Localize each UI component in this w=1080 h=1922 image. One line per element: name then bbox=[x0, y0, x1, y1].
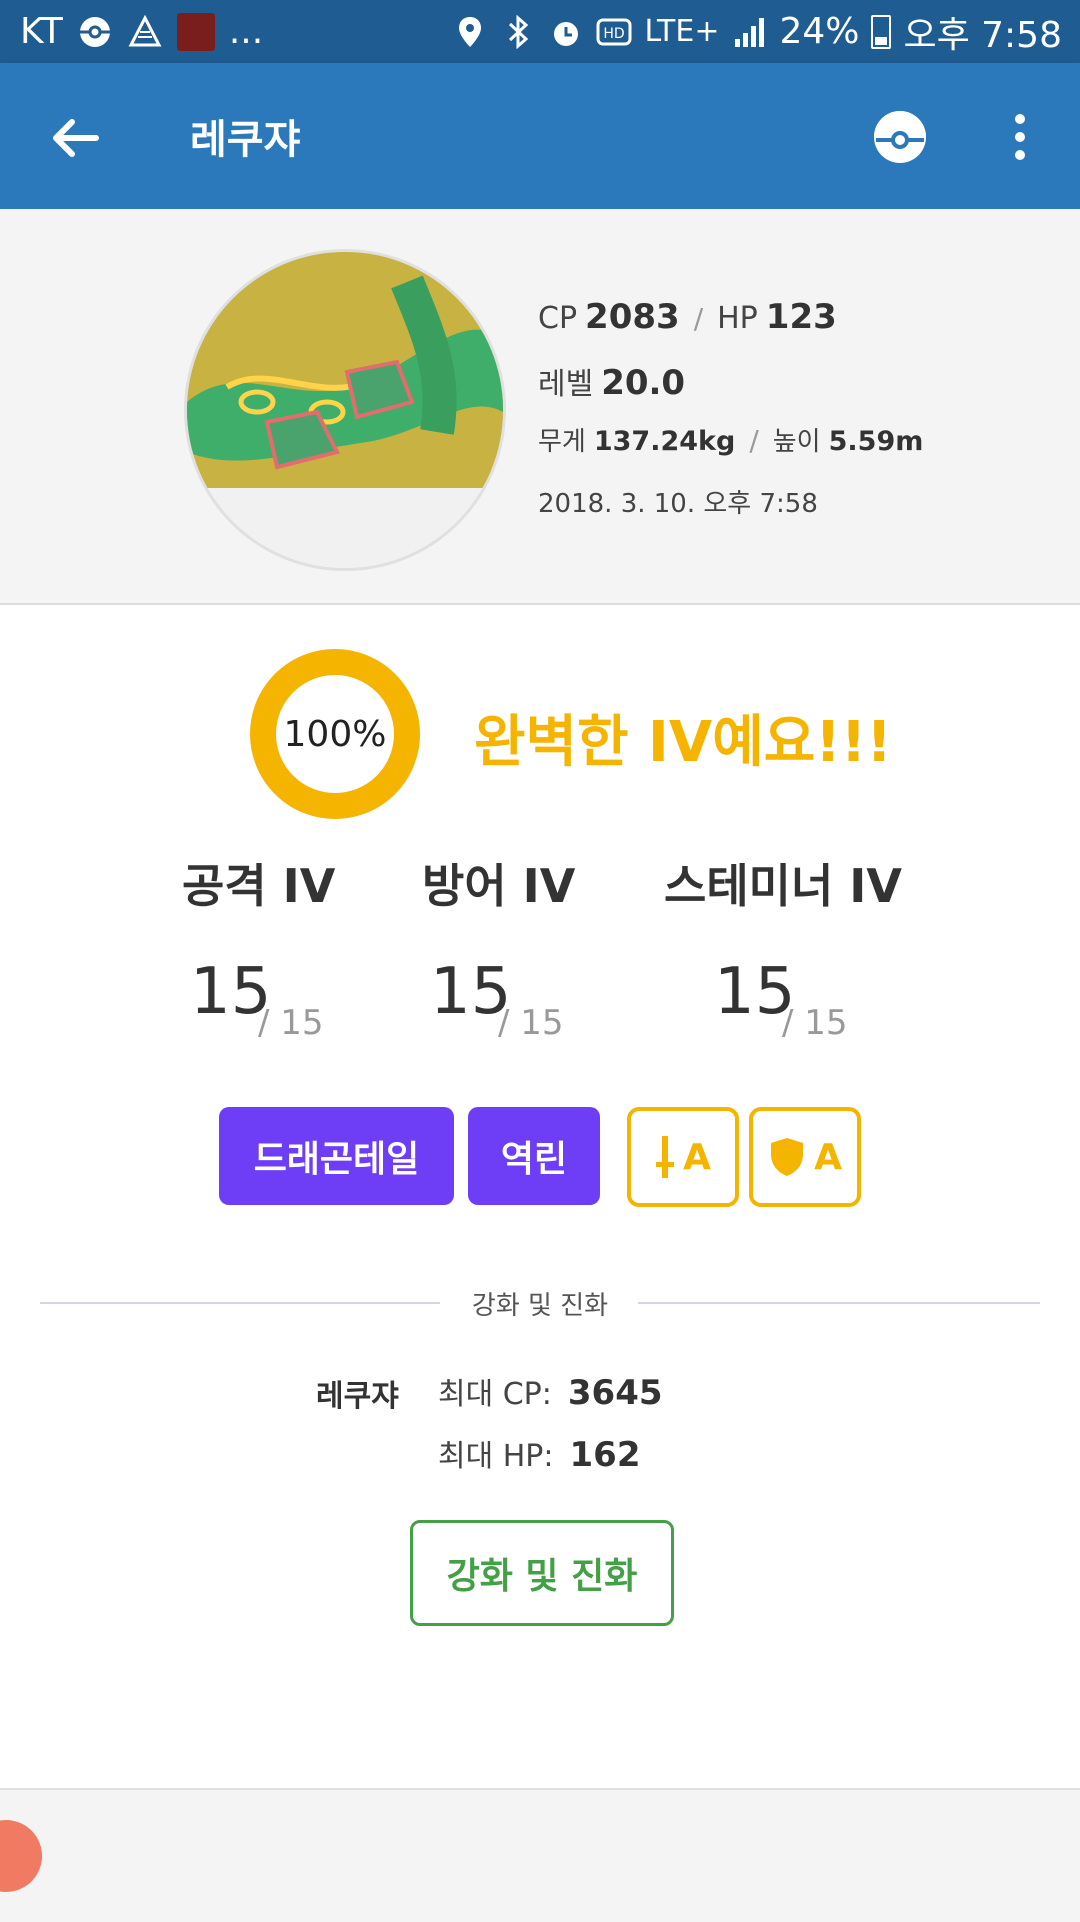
back-button[interactable] bbox=[40, 103, 110, 173]
max-hp-row: 최대 HP: 162 bbox=[438, 1431, 640, 1475]
game-notification-icon bbox=[176, 12, 215, 51]
defense-iv-max: / 15 bbox=[498, 1003, 564, 1043]
max-hp-label: 최대 HP: bbox=[438, 1439, 554, 1474]
height-label: 높이 bbox=[772, 427, 821, 457]
divider-right bbox=[638, 1302, 1040, 1304]
hd-voice-icon: HD bbox=[596, 14, 632, 50]
app-notification-icon bbox=[127, 14, 163, 50]
network-type-label: LTE+ bbox=[644, 14, 720, 49]
max-cp-row: 최대 CP: 3645 bbox=[438, 1369, 663, 1413]
bluetooth-icon bbox=[500, 14, 536, 50]
pokemon-info: CP 2083 / HP 123 레벨 20.0 무게 137.24kg / 높… bbox=[538, 297, 923, 535]
status-right: HD LTE+ 24% 오후 7:58 bbox=[452, 0, 1062, 63]
attack-iv-label: 공격 IV bbox=[182, 859, 336, 913]
svg-text:HD: HD bbox=[604, 26, 625, 42]
pokemon-portrait bbox=[184, 249, 506, 571]
stamina-iv-label: 스테미너 IV bbox=[664, 859, 903, 913]
defense-iv-column: 방어 IV bbox=[422, 850, 575, 916]
bottom-area bbox=[0, 1788, 1080, 1922]
max-cp-label: 최대 CP: bbox=[438, 1377, 552, 1412]
app-bar: 레쿠쟈 bbox=[0, 63, 1080, 209]
attack-grade-badge[interactable]: A bbox=[627, 1107, 739, 1207]
power-up-evolve-button[interactable]: 강화 및 진화 bbox=[410, 1520, 674, 1626]
signal-icon bbox=[731, 14, 767, 50]
status-left: KT ... bbox=[20, 0, 263, 63]
pokeball-icon bbox=[874, 111, 926, 163]
level-value: 20.0 bbox=[601, 363, 686, 403]
pokemon-header: CP 2083 / HP 123 레벨 20.0 무게 137.24kg / 높… bbox=[0, 209, 1080, 605]
more-options-button[interactable] bbox=[1000, 107, 1040, 167]
defense-iv-label: 방어 IV bbox=[422, 859, 576, 913]
attack-iv-column: 공격 IV bbox=[182, 850, 335, 916]
hp-label: HP bbox=[717, 301, 758, 336]
separator: / bbox=[693, 302, 704, 335]
cp-value: 2083 bbox=[585, 297, 680, 337]
attack-iv-max: / 15 bbox=[258, 1003, 324, 1043]
max-cp-value: 3645 bbox=[567, 1373, 663, 1413]
stamina-iv-max: / 15 bbox=[782, 1003, 848, 1043]
weight-label: 무게 bbox=[538, 427, 586, 457]
location-icon bbox=[452, 14, 488, 50]
iv-message: 완벽한 IV예요!!! bbox=[474, 710, 892, 775]
cp-label: CP bbox=[538, 301, 578, 336]
section-label: 강화 및 진화 bbox=[471, 1291, 609, 1321]
caught-date: 2018. 3. 10. 오후 7:58 bbox=[538, 489, 818, 519]
defense-grade-badge[interactable]: A bbox=[749, 1107, 861, 1207]
battery-percent: 24% bbox=[779, 11, 860, 52]
evolution-pokemon-name: 레쿠쟈 bbox=[316, 1379, 399, 1414]
more-vert-icon bbox=[1015, 114, 1025, 160]
sword-icon bbox=[656, 1136, 675, 1178]
pokeball-button[interactable] bbox=[870, 107, 930, 167]
clock: 오후 7:58 bbox=[903, 14, 1062, 56]
divider-left bbox=[40, 1302, 440, 1304]
shield-icon bbox=[771, 1138, 804, 1176]
page-title: 레쿠쟈 bbox=[190, 117, 301, 163]
hp-value: 123 bbox=[765, 297, 837, 337]
iv-card: 100% 완벽한 IV예요!!! 공격 IV 15 / 15 방어 IV 15 … bbox=[0, 605, 1080, 1788]
fast-move-button[interactable]: 드래곤테일 bbox=[219, 1107, 454, 1205]
carrier-label: KT bbox=[20, 11, 63, 52]
battery-icon bbox=[871, 14, 892, 49]
back-arrow-icon bbox=[53, 119, 99, 157]
stamina-iv-column: 스테미너 IV bbox=[664, 850, 902, 916]
more-notifications-label: ... bbox=[228, 11, 264, 52]
alarm-icon bbox=[548, 14, 584, 50]
weight-value: 137.24kg bbox=[593, 426, 736, 457]
max-hp-value: 162 bbox=[569, 1435, 641, 1475]
iv-percent-label: 100% bbox=[283, 713, 387, 755]
height-value: 5.59m bbox=[828, 426, 924, 457]
defense-grade: A bbox=[814, 1136, 842, 1178]
level-label: 레벨 bbox=[538, 367, 594, 402]
charged-move-button[interactable]: 역린 bbox=[468, 1107, 600, 1205]
pokemon-go-notification-icon bbox=[77, 14, 113, 50]
separator: / bbox=[749, 424, 759, 457]
attack-grade: A bbox=[683, 1136, 711, 1178]
status-bar: KT ... HD LTE+ 24% 오후 7:58 bbox=[0, 0, 1080, 63]
